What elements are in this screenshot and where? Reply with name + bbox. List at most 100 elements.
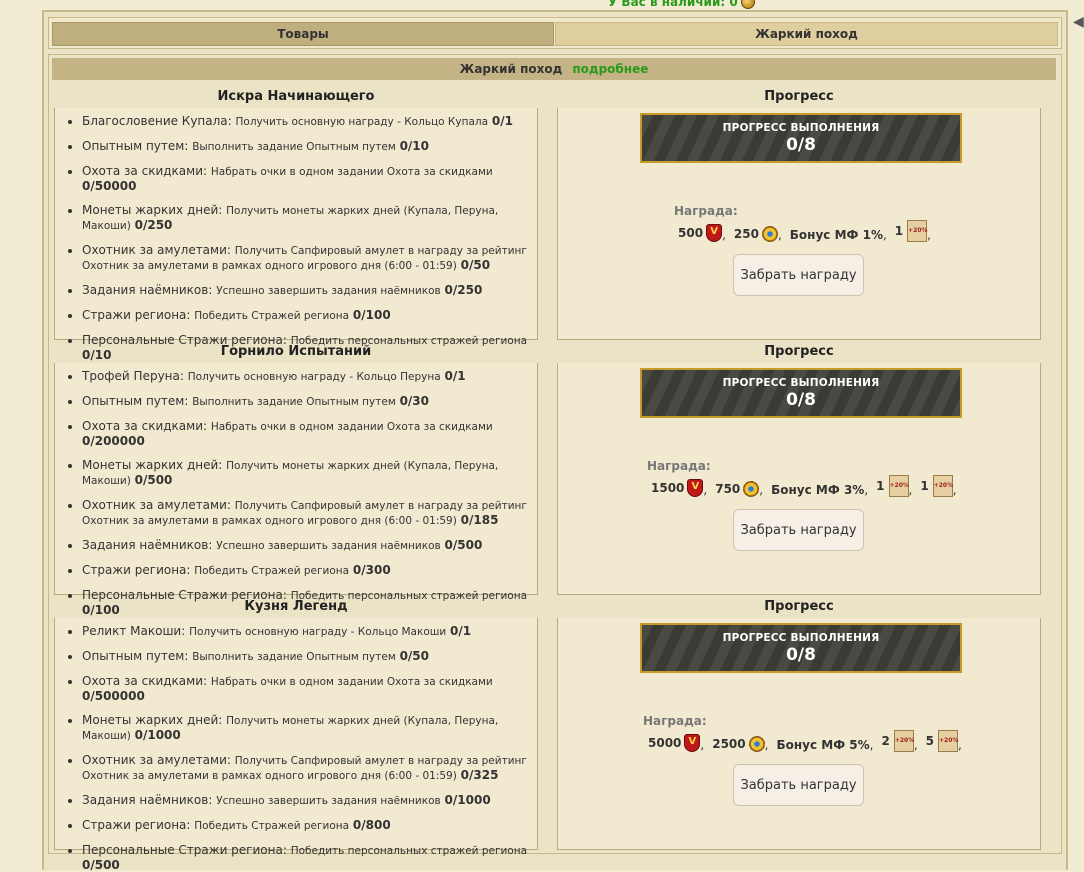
more-link[interactable]: подробнее	[572, 62, 648, 76]
currency-balance-label: У Вас в наличии: 0	[608, 0, 738, 9]
separator: ,	[882, 228, 887, 242]
progress-bar: ПРОГРЕСС ВЫПОЛНЕНИЯ 0/8	[640, 368, 962, 418]
task-description: Успешно завершить задания наёмников	[216, 540, 441, 552]
task-item: Монеты жарких дней: Получить монеты жарк…	[82, 203, 529, 233]
scroll-icon: +20%	[938, 730, 958, 752]
claim-reward-button[interactable]: Забрать награду	[733, 764, 864, 806]
separator: ,	[869, 738, 874, 752]
task-item: Охотник за амулетами: Получить Сапфировы…	[82, 498, 529, 528]
claim-reward-button[interactable]: Забрать награду	[733, 509, 864, 551]
reward-sun: 2500	[712, 736, 765, 752]
task-name: Задания наёмников:	[82, 538, 213, 552]
task-item: Благословение Купала: Получить основную …	[82, 114, 529, 129]
progress-value: 0/8	[786, 390, 816, 410]
reward-shield-amount: 5000	[648, 736, 682, 750]
task-item: Стражи региона: Победить Стражей региона…	[82, 308, 529, 323]
task-name: Стражи региона:	[82, 563, 191, 577]
tier-title: Кузня Легенд	[244, 598, 348, 614]
task-item: Опытным путем: Выполнить задание Опытным…	[82, 649, 529, 664]
task-progress: 0/100	[352, 308, 391, 322]
task-name: Стражи региона:	[82, 308, 191, 322]
task-description: Получить основную награду - Кольцо Перун…	[187, 371, 441, 383]
progress-bar: ПРОГРЕСС ВЫПОЛНЕНИЯ 0/8	[640, 113, 962, 163]
task-progress: 0/200000	[82, 434, 145, 448]
task-description: Получить основную награду - Кольцо Купал…	[235, 116, 489, 128]
shield-icon: V	[687, 479, 704, 497]
task-item: Стражи региона: Победить Стражей региона…	[82, 818, 529, 833]
task-progress: 0/1	[491, 114, 513, 128]
task-list: Благословение Купала: Получить основную …	[55, 108, 537, 362]
arrow-left-icon[interactable]: ◀	[1073, 14, 1084, 30]
task-name: Реликт Макоши:	[82, 624, 186, 638]
reward-sun-amount: 2500	[712, 737, 746, 751]
task-list: Трофей Перуна: Получить основную награду…	[55, 363, 537, 617]
task-name: Монеты жарких дней:	[82, 203, 223, 217]
task-list: Реликт Макоши: Получить основную награду…	[55, 618, 537, 872]
reward-scroll: 1 +20%	[894, 220, 928, 242]
reward-bonus: Бонус МФ 1%	[790, 228, 883, 242]
reward-shield-amount: 500	[678, 226, 704, 240]
tab-hot-campaign[interactable]: Жаркий поход	[555, 22, 1058, 46]
task-description: Выполнить задание Опытным путем	[192, 141, 396, 153]
reward-bonus: Бонус МФ 3%	[771, 483, 864, 497]
reward-items: 5000 V, 2500, Бонус МФ 5%, 2 +20%, 5 +20%,	[648, 730, 970, 752]
task-name: Охота за скидками:	[82, 164, 208, 178]
sun-medal-icon	[748, 736, 765, 752]
reward-scroll-amount: 1	[876, 479, 885, 493]
tier-title: Искра Начинающего	[217, 88, 375, 104]
task-item: Охота за скидками: Набрать очки в одном …	[82, 419, 529, 448]
scroll-icon: +20%	[932, 475, 953, 497]
reward-shield: 500 V	[678, 224, 723, 242]
task-item: Трофей Перуна: Получить основную награду…	[82, 369, 529, 384]
separator: ,	[913, 738, 918, 752]
separator: ,	[777, 228, 782, 242]
task-progress: 0/50	[399, 649, 430, 663]
task-progress: 0/1000	[134, 728, 181, 742]
reward-scroll-amount: 1	[920, 479, 929, 493]
separator: ,	[722, 228, 726, 242]
task-name: Персональные Стражи региона:	[82, 843, 287, 857]
task-name: Охотник за амулетами:	[82, 498, 231, 512]
task-progress: 0/50000	[82, 179, 137, 193]
claim-reward-button[interactable]: Забрать награду	[733, 254, 864, 296]
reward-label: Награда:	[643, 714, 707, 728]
task-item: Охотник за амулетами: Получить Сапфировы…	[82, 243, 529, 273]
shield-icon: V	[684, 734, 701, 752]
task-description: Набрать очки в одном задании Охота за ск…	[210, 421, 493, 433]
task-panel: Трофей Перуна: Получить основную награду…	[54, 363, 538, 617]
task-progress: 0/500	[82, 858, 120, 872]
tab-goods[interactable]: Товары	[52, 22, 554, 46]
progress-title: Прогресс	[764, 598, 834, 614]
task-item: Реликт Макоши: Получить основную награду…	[82, 624, 529, 639]
task-progress: 0/10	[399, 139, 430, 153]
task-progress: 0/300	[352, 563, 391, 577]
task-name: Опытным путем:	[82, 139, 189, 153]
reward-scroll-amount: 1	[894, 224, 904, 238]
reward-scroll-amount: 5	[925, 734, 935, 748]
reward-label: Награда:	[647, 459, 711, 473]
task-progress: 0/500000	[82, 689, 145, 703]
separator: ,	[759, 483, 764, 497]
separator: ,	[952, 483, 957, 497]
task-name: Задания наёмников:	[82, 793, 213, 807]
task-item: Стражи региона: Победить Стражей региона…	[82, 563, 529, 578]
task-name: Трофей Перуна:	[82, 369, 184, 383]
reward-bonus: Бонус МФ 5%	[776, 738, 869, 752]
task-item: Монеты жарких дней: Получить монеты жарк…	[82, 713, 529, 743]
shield-icon: V	[706, 224, 723, 242]
reward-items: 500 V, 250, Бонус МФ 1%, 1 +20%,	[678, 220, 939, 242]
task-progress: 0/1	[450, 624, 472, 638]
task-item: Задания наёмников: Успешно завершить зад…	[82, 283, 529, 298]
reward-items: 1500 V, 750, Бонус МФ 3%, 1 +20%, 1 +20%,	[651, 475, 965, 497]
task-progress: 0/1000	[444, 793, 491, 807]
task-panel: Реликт Макоши: Получить основную награду…	[54, 618, 538, 872]
reward-bonus-amount: Бонус МФ 5%	[776, 738, 870, 752]
task-item: Опытным путем: Выполнить задание Опытным…	[82, 394, 529, 409]
tier-title: Горнило Испытаний	[220, 343, 372, 359]
task-progress: 0/250	[134, 218, 173, 232]
task-item: Задания наёмников: Успешно завершить зад…	[82, 793, 529, 808]
task-description: Победить Стражей региона	[194, 310, 350, 322]
reward-sun-amount: 250	[733, 227, 759, 241]
task-progress: 0/500	[444, 538, 483, 552]
separator: ,	[958, 738, 962, 752]
